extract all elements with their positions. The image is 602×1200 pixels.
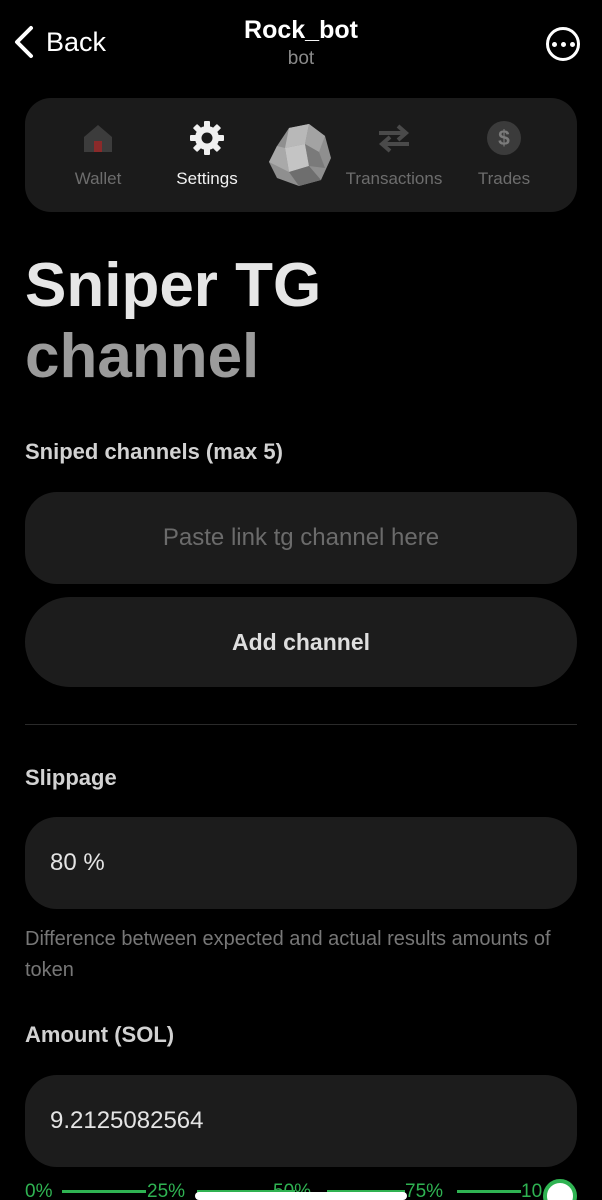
slippage-hint: Difference between expected and actual r… <box>25 928 551 981</box>
slippage-label: Slippage <box>25 765 117 790</box>
tab-wallet[interactable]: Wallet <box>43 120 153 189</box>
slippage-input[interactable] <box>25 817 577 909</box>
gear-icon <box>152 120 262 156</box>
amount-label: Amount (SOL) <box>25 1022 175 1047</box>
home-indicator <box>195 1192 407 1200</box>
more-dots-icon <box>551 41 557 47</box>
tab-transactions[interactable]: Transactions <box>339 120 449 189</box>
dollar-icon: $ <box>449 120 559 156</box>
slider-handle[interactable] <box>543 1179 577 1200</box>
more-dot <box>560 41 566 47</box>
add-channel-button[interactable]: Add channel <box>25 597 577 687</box>
tab-settings[interactable]: Settings <box>152 120 262 189</box>
amount-input[interactable] <box>25 1075 577 1167</box>
bot-subtitle: bot <box>287 48 315 69</box>
section-divider <box>25 724 577 725</box>
more-dot <box>569 41 575 47</box>
tab-transactions-label: Transactions <box>345 169 443 188</box>
page-title-line1: Sniper TG <box>25 251 322 320</box>
page-title: Sniper TG channel <box>25 250 321 392</box>
rock-icon[interactable] <box>263 118 337 192</box>
tab-trades[interactable]: $ Trades <box>449 120 559 189</box>
tab-wallet-label: Wallet <box>74 169 122 188</box>
slider-tick-75[interactable]: 75% <box>405 1182 443 1200</box>
slippage-input-container <box>25 817 577 909</box>
channel-link-input-container <box>25 492 577 584</box>
slider-tick-100[interactable]: 10 <box>521 1182 542 1200</box>
screen: Back Rock_bot bot Wallet Settings Transa… <box>0 0 602 1200</box>
bot-title: Rock_bot <box>244 16 358 44</box>
tab-settings-label: Settings <box>176 169 238 188</box>
title-block: Rock_bot bot <box>0 16 602 70</box>
svg-text:$: $ <box>498 127 510 150</box>
home-icon <box>43 120 153 156</box>
page-title-line2: channel <box>25 322 260 391</box>
top-bar: Back Rock_bot bot <box>0 0 602 90</box>
tab-trades-label: Trades <box>477 169 531 188</box>
amount-input-container <box>25 1075 577 1167</box>
more-options-button[interactable] <box>546 27 580 61</box>
slider-tick-0[interactable]: 0% <box>25 1182 52 1200</box>
channel-link-input[interactable] <box>25 492 577 584</box>
swap-arrows-icon <box>339 120 449 156</box>
sniped-channels-label: Sniped channels (max 5) <box>25 439 283 464</box>
tab-bar: Wallet Settings Transactions $ Trades <box>25 98 577 212</box>
slider-track <box>62 1190 146 1193</box>
slider-track <box>457 1190 521 1193</box>
slider-tick-25[interactable]: 25% <box>147 1182 185 1200</box>
